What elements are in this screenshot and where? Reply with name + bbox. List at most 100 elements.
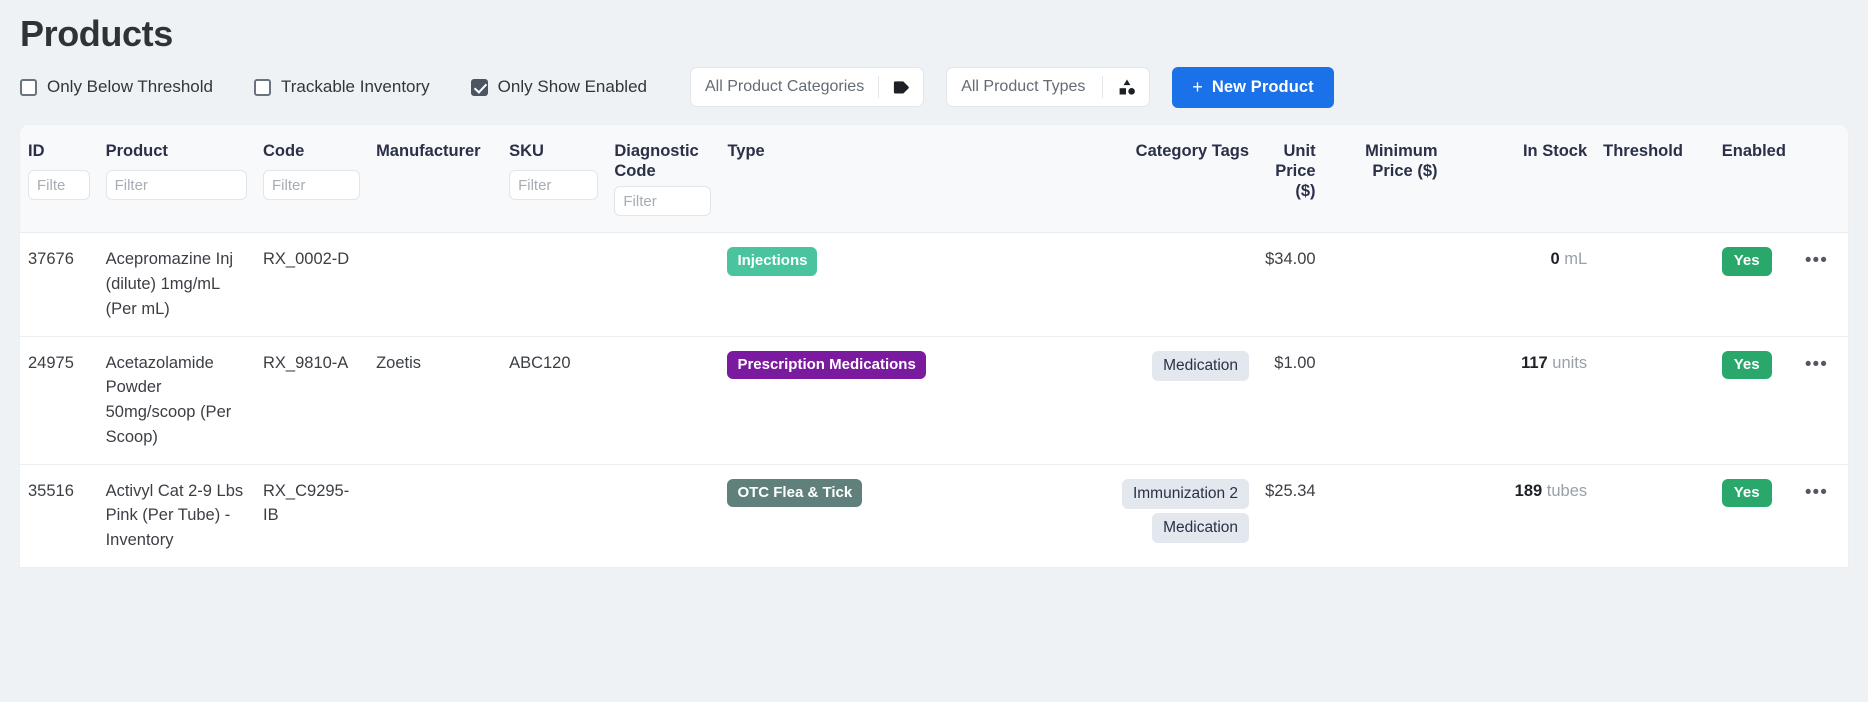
table-row[interactable]: 24975 Acetazolamide Powder 50mg/scoop (Pe… bbox=[20, 335, 1848, 465]
filter-input-id[interactable] bbox=[28, 170, 90, 201]
cell-category-tags bbox=[1085, 232, 1258, 337]
in-stock-unit: tubes bbox=[1546, 481, 1588, 500]
checkbox-only-show-enabled[interactable]: Only Show Enabled bbox=[470, 77, 647, 97]
products-table: ID Product Code bbox=[20, 125, 1848, 567]
select-product-categories-label: All Product Categories bbox=[705, 78, 865, 96]
filter-input-code[interactable] bbox=[263, 170, 361, 201]
col-header-in-stock[interactable]: In Stock bbox=[1446, 125, 1596, 233]
cell-manufacturer bbox=[368, 463, 502, 567]
table-row[interactable]: 35516 Activyl Cat 2-9 Lbs Pink (Per Tube)… bbox=[20, 463, 1848, 567]
tag-icon bbox=[879, 78, 923, 97]
enabled-badge: Yes bbox=[1721, 478, 1772, 508]
category-tag-chip: Immunization 2 bbox=[1121, 478, 1250, 509]
in-stock-value: 117 bbox=[1521, 353, 1548, 372]
cell-actions[interactable]: ••• bbox=[1796, 335, 1848, 465]
select-product-types-label: All Product Types bbox=[961, 78, 1086, 96]
table-row[interactable]: 37676 Acepromazine Inj (dilute) 1mg/mL (P… bbox=[20, 232, 1848, 337]
plus-icon: + bbox=[1192, 76, 1203, 97]
col-header-enabled-label: Enabled bbox=[1721, 142, 1786, 161]
cell-type: Injections bbox=[719, 232, 1086, 337]
cell-diagnostic-code bbox=[606, 463, 720, 567]
select-product-types[interactable]: All Product Types bbox=[946, 67, 1151, 108]
cell-unit-price: $34.00 bbox=[1257, 232, 1324, 337]
col-header-in-stock-label: In Stock bbox=[1522, 142, 1588, 161]
cell-sku: ABC120 bbox=[501, 335, 607, 465]
col-header-unit-price[interactable]: Unit Price ($) bbox=[1257, 125, 1324, 233]
col-header-id[interactable]: ID bbox=[20, 125, 98, 233]
in-stock-value: 189 bbox=[1514, 481, 1543, 500]
category-tag-wrap: Medication bbox=[1093, 512, 1250, 547]
col-header-product-label: Product bbox=[105, 142, 168, 161]
col-header-manufacturer[interactable]: Manufacturer bbox=[368, 125, 501, 233]
checkbox-box-only-show-enabled[interactable] bbox=[470, 78, 488, 96]
cell-id: 37676 bbox=[20, 232, 98, 337]
cell-threshold bbox=[1595, 335, 1714, 465]
cell-type: OTC Flea & Tick bbox=[719, 463, 1086, 567]
cell-actions[interactable]: ••• bbox=[1796, 463, 1848, 567]
col-header-product[interactable]: Product bbox=[98, 125, 255, 233]
cell-minimum-price bbox=[1323, 335, 1446, 465]
select-product-categories[interactable]: All Product Categories bbox=[690, 67, 925, 108]
filter-input-product[interactable] bbox=[105, 170, 247, 201]
col-header-type-label: Type bbox=[727, 142, 765, 161]
in-stock-value: 0 bbox=[1550, 250, 1560, 269]
cell-unit-price: $1.00 bbox=[1257, 335, 1324, 465]
cell-type: Prescription Medications bbox=[719, 335, 1086, 465]
col-header-code-label: Code bbox=[263, 142, 305, 161]
cell-threshold bbox=[1595, 463, 1714, 567]
row-menu-icon[interactable]: ••• bbox=[1805, 482, 1828, 503]
col-header-enabled[interactable]: Enabled bbox=[1714, 125, 1797, 233]
filter-input-diagnostic-code[interactable] bbox=[614, 186, 712, 217]
cell-product: Activyl Cat 2-9 Lbs Pink (Per Tube) - In… bbox=[97, 463, 255, 567]
col-header-minimum-price[interactable]: Minimum Price ($) bbox=[1324, 125, 1446, 233]
row-menu-icon[interactable]: ••• bbox=[1805, 250, 1828, 271]
col-header-id-label: ID bbox=[28, 142, 45, 161]
col-header-type[interactable]: Type bbox=[719, 125, 1085, 233]
checkbox-label-only-show-enabled: Only Show Enabled bbox=[497, 77, 647, 97]
cell-code: RX_9810-A bbox=[255, 335, 369, 465]
checkbox-only-below-threshold[interactable]: Only Below Threshold bbox=[20, 77, 213, 97]
cell-product: Acepromazine Inj (dilute) 1mg/mL (Per mL… bbox=[97, 232, 255, 337]
col-header-unit-price-label: Unit Price ($) bbox=[1275, 142, 1316, 201]
row-menu-icon[interactable]: ••• bbox=[1805, 354, 1828, 375]
cell-diagnostic-code bbox=[606, 232, 720, 337]
filter-wrap-code bbox=[263, 161, 361, 216]
col-header-code[interactable]: Code bbox=[255, 125, 368, 233]
type-badge: Injections bbox=[727, 247, 818, 277]
cell-manufacturer bbox=[368, 232, 502, 337]
shapes-icon bbox=[1105, 77, 1149, 97]
select-divider bbox=[1101, 76, 1103, 99]
col-header-threshold[interactable]: Threshold bbox=[1595, 125, 1714, 233]
category-tag-chip: Medication bbox=[1152, 512, 1250, 543]
checkbox-box-trackable-inventory[interactable] bbox=[254, 78, 271, 96]
new-product-button[interactable]: + New Product bbox=[1172, 66, 1334, 108]
col-header-category-tags[interactable]: Category Tags bbox=[1085, 125, 1257, 233]
col-header-diagnostic-code[interactable]: Diagnostic Code bbox=[606, 125, 719, 233]
toolbar: Only Below Threshold Trackable Inventory… bbox=[20, 59, 1848, 115]
cell-in-stock: 0 mL bbox=[1445, 232, 1596, 337]
col-header-threshold-label: Threshold bbox=[1603, 142, 1683, 161]
cell-manufacturer: Zoetis bbox=[368, 335, 502, 465]
checkbox-label-only-below-threshold: Only Below Threshold bbox=[47, 77, 213, 97]
cell-threshold bbox=[1595, 232, 1714, 337]
cell-category-tags: Medication bbox=[1085, 335, 1258, 465]
col-header-sku[interactable]: SKU bbox=[501, 125, 606, 233]
in-stock-unit: mL bbox=[1564, 250, 1588, 269]
col-header-sku-label: SKU bbox=[509, 142, 544, 161]
filter-wrap-product bbox=[105, 161, 247, 216]
filter-input-sku[interactable] bbox=[509, 170, 599, 201]
products-table-card: ID Product Code bbox=[20, 125, 1848, 567]
col-header-diagnostic-code-label: Diagnostic Code bbox=[614, 142, 699, 181]
cell-code: RX_C9295-IB bbox=[255, 463, 369, 567]
category-tag-wrap: Immunization 2 bbox=[1093, 478, 1250, 513]
table-header-row: ID Product Code bbox=[20, 125, 1848, 233]
cell-category-tags: Immunization 2 Medication bbox=[1085, 463, 1258, 567]
new-product-button-label: New Product bbox=[1211, 77, 1314, 96]
cell-minimum-price bbox=[1323, 463, 1446, 567]
checkbox-box-only-below-threshold[interactable] bbox=[20, 78, 37, 96]
col-header-actions bbox=[1797, 125, 1848, 233]
checkbox-trackable-inventory[interactable]: Trackable Inventory bbox=[254, 77, 430, 97]
cell-actions[interactable]: ••• bbox=[1796, 232, 1848, 337]
table-head: ID Product Code bbox=[20, 125, 1848, 233]
cell-diagnostic-code bbox=[606, 335, 720, 465]
